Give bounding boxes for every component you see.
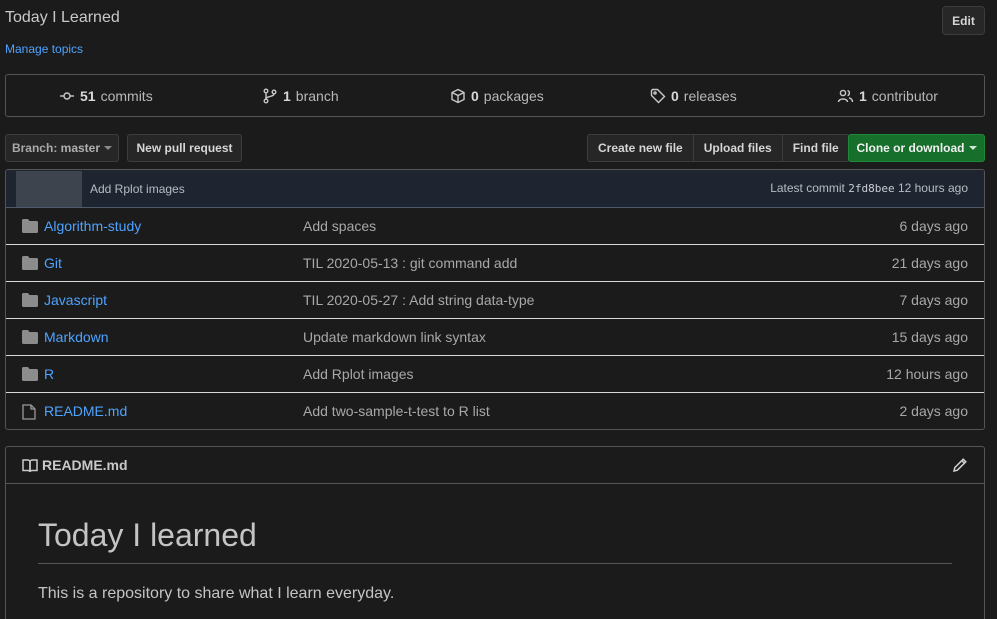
create-new-file-button[interactable]: Create new file [587, 134, 694, 162]
file-name-link[interactable]: Git [44, 255, 62, 271]
file-commit-message[interactable]: TIL 2020-05-27 : Add string data-type [303, 292, 534, 308]
manage-topics-link[interactable]: Manage topics [5, 42, 83, 56]
pencil-icon[interactable] [952, 457, 968, 473]
file-commit-message[interactable]: Add spaces [303, 218, 376, 234]
chevron-down-icon [104, 146, 113, 150]
contributors-count: 1 [859, 87, 867, 104]
file-commit-message[interactable]: Update markdown link syntax [303, 329, 486, 345]
find-file-button[interactable]: Find file [781, 134, 850, 162]
folder-icon [22, 219, 38, 236]
file-age: 21 days ago [891, 255, 968, 271]
file-name-link[interactable]: Javascript [44, 292, 107, 308]
branch-select-button[interactable]: Branch: master [5, 134, 119, 162]
branch-name: master [60, 141, 101, 155]
folder-icon [22, 367, 38, 384]
package-icon [451, 88, 465, 103]
file-row[interactable]: Git TIL 2020-05-13 : git command add 21 da… [6, 245, 984, 282]
edit-button[interactable]: Edit [942, 6, 985, 35]
readme-header: README.md [6, 447, 984, 484]
commits-count: 51 [80, 87, 96, 104]
contributors-stat[interactable]: 1 contributor [837, 75, 938, 116]
releases-label: releases [683, 87, 737, 104]
people-icon [837, 89, 854, 102]
folder-icon [22, 330, 38, 347]
commits-label: commits [100, 87, 153, 104]
file-age: 2 days ago [899, 403, 969, 419]
packages-stat[interactable]: 0 packages [450, 75, 544, 116]
repo-stats-bar: 51 commits 1 branch 0 packages 0 release… [5, 74, 985, 117]
repo-title: Today I Learned [5, 9, 120, 26]
clone-label: Clone or download [856, 141, 965, 155]
file-row[interactable]: R Add Rplot images 12 hours ago [6, 356, 984, 393]
chevron-down-icon [968, 146, 977, 150]
branches-stat[interactable]: 1 branch [262, 75, 339, 116]
file-commit-message[interactable]: Add Rplot images [303, 366, 414, 382]
commit-icon [60, 91, 74, 100]
file-age: 15 days ago [891, 329, 968, 345]
branch-prefix: Branch: [11, 141, 58, 155]
branches-label: branch [295, 87, 339, 104]
latest-commit-age: 12 hours ago [897, 181, 968, 195]
file-name-link[interactable]: Algorithm-study [44, 218, 141, 234]
upload-files-button[interactable]: Upload files [692, 134, 783, 162]
avatar[interactable] [16, 171, 82, 207]
book-icon [22, 459, 38, 473]
latest-commit-message[interactable]: Add Rplot images [90, 182, 185, 196]
folder-icon [22, 256, 38, 273]
file-age: 7 days ago [899, 292, 969, 308]
commit-sha[interactable]: 2fd8bee [848, 182, 894, 195]
new-pull-request-button[interactable]: New pull request [127, 134, 242, 162]
readme-panel: README.md Today I learned This is a repo… [5, 446, 985, 619]
branch-icon [263, 88, 277, 103]
file-row[interactable]: Algorithm-study Add spaces 6 days ago [6, 208, 984, 245]
file-commit-message[interactable]: TIL 2020-05-13 : git command add [303, 255, 517, 271]
file-name-link[interactable]: README.md [44, 403, 127, 419]
file-row[interactable]: Javascript TIL 2020-05-27 : Add string da… [6, 282, 984, 319]
file-age: 12 hours ago [886, 366, 968, 382]
contributors-label: contributor [871, 87, 938, 104]
readme-paragraph: This is a repository to share what I lea… [38, 585, 395, 602]
tag-icon [650, 88, 666, 103]
file-row[interactable]: README.md Add two-sample-t-test to R list… [6, 393, 984, 429]
file-age: 6 days ago [899, 218, 969, 234]
latest-commit-prefix: Latest commit [770, 181, 845, 195]
file-name-link[interactable]: R [44, 366, 54, 382]
file-list: Add Rplot images Latest commit 2fd8bee 1… [5, 169, 985, 430]
readme-filename: README.md [42, 457, 128, 473]
packages-label: packages [483, 87, 544, 104]
packages-count: 0 [471, 87, 479, 104]
folder-icon [22, 293, 38, 310]
branches-count: 1 [283, 87, 291, 104]
file-commit-message[interactable]: Add two-sample-t-test to R list [303, 403, 490, 419]
repo-page: Today I Learned Edit Manage topics 51 co… [0, 0, 997, 619]
file-row[interactable]: Markdown Update markdown link syntax 15 da… [6, 319, 984, 356]
commits-stat[interactable]: 51 commits [59, 75, 153, 116]
latest-commit-info: Latest commit 2fd8bee 12 hours ago [770, 181, 968, 195]
clone-or-download-button[interactable]: Clone or download [848, 134, 985, 162]
releases-count: 0 [671, 87, 679, 104]
file-name-link[interactable]: Markdown [44, 329, 109, 345]
readme-heading: Today I learned [38, 517, 952, 564]
releases-stat[interactable]: 0 releases [650, 75, 737, 116]
latest-commit-bar: Add Rplot images Latest commit 2fd8bee 1… [6, 170, 984, 208]
file-icon [22, 404, 36, 423]
file-actions-group: Create new file Upload files Find file [587, 134, 850, 162]
